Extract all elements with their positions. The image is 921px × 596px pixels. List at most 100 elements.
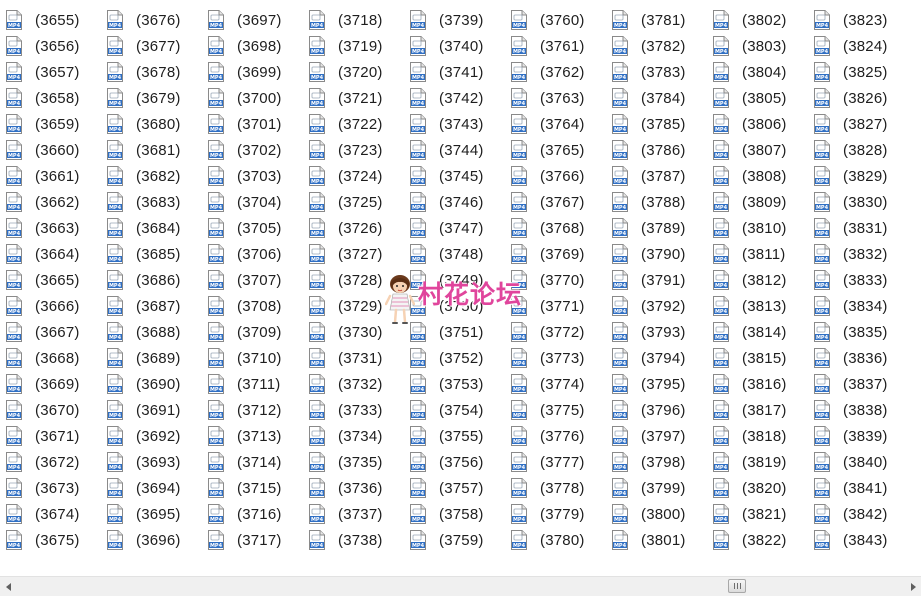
file-item[interactable]: MP4 (3801)	[606, 527, 707, 553]
file-item[interactable]: MP4 (3839)	[808, 423, 909, 449]
file-item[interactable]: MP4 (3714)	[202, 449, 303, 475]
file-item[interactable]: MP4 (3658)	[0, 85, 101, 111]
file-item[interactable]: MP4 (3741)	[404, 59, 505, 85]
file-item[interactable]: MP4 (3710)	[202, 345, 303, 371]
file-item[interactable]: MP4 (3769)	[505, 241, 606, 267]
file-item[interactable]: MP4 (3686)	[101, 267, 202, 293]
file-item[interactable]: MP4 (3834)	[808, 293, 909, 319]
file-item[interactable]: MP4 (3701)	[202, 111, 303, 137]
file-item[interactable]: MP4 (3762)	[505, 59, 606, 85]
file-item[interactable]: MP4 (3828)	[808, 137, 909, 163]
file-item[interactable]: MP4 (3669)	[0, 371, 101, 397]
file-item[interactable]: MP4 (3717)	[202, 527, 303, 553]
file-item[interactable]: MP4 (3806)	[707, 111, 808, 137]
file-item[interactable]: MP4 (3737)	[303, 501, 404, 527]
file-item[interactable]: MP4 (3712)	[202, 397, 303, 423]
file-item[interactable]: MP4 (3696)	[101, 527, 202, 553]
file-item[interactable]: MP4 (3742)	[404, 85, 505, 111]
file-item[interactable]: MP4 (3745)	[404, 163, 505, 189]
file-item[interactable]: MP4 (3671)	[0, 423, 101, 449]
file-item[interactable]: MP4 (3753)	[404, 371, 505, 397]
file-item[interactable]: MP4 (3768)	[505, 215, 606, 241]
file-item[interactable]: MP4 (3782)	[606, 33, 707, 59]
file-item[interactable]: MP4 (3675)	[0, 527, 101, 553]
file-item[interactable]: MP4 (3699)	[202, 59, 303, 85]
file-item[interactable]: MP4 (3766)	[505, 163, 606, 189]
file-item[interactable]: MP4 (3809)	[707, 189, 808, 215]
file-item[interactable]: MP4 (3788)	[606, 189, 707, 215]
file-item[interactable]: MP4 (3738)	[303, 527, 404, 553]
file-item[interactable]: MP4 (3818)	[707, 423, 808, 449]
file-item[interactable]: MP4 (3817)	[707, 397, 808, 423]
file-item[interactable]: MP4 (3779)	[505, 501, 606, 527]
file-item[interactable]: MP4 (3748)	[404, 241, 505, 267]
file-item[interactable]: MP4 (3833)	[808, 267, 909, 293]
file-item[interactable]: MP4 (3707)	[202, 267, 303, 293]
file-item[interactable]: MP4 (3765)	[505, 137, 606, 163]
file-item[interactable]: MP4 (3731)	[303, 345, 404, 371]
file-item[interactable]: MP4 (3791)	[606, 267, 707, 293]
file-item[interactable]: MP4 (3657)	[0, 59, 101, 85]
file-item[interactable]: MP4 (3656)	[0, 33, 101, 59]
file-item[interactable]: MP4 (3677)	[101, 33, 202, 59]
file-item[interactable]: MP4 (3713)	[202, 423, 303, 449]
file-item[interactable]: MP4 (3683)	[101, 189, 202, 215]
file-item[interactable]: MP4 (3838)	[808, 397, 909, 423]
file-item[interactable]: MP4 (3679)	[101, 85, 202, 111]
file-item[interactable]: MP4 (3721)	[303, 85, 404, 111]
file-item[interactable]: MP4 (3719)	[303, 33, 404, 59]
file-item[interactable]: MP4 (3764)	[505, 111, 606, 137]
file-item[interactable]: MP4 (3690)	[101, 371, 202, 397]
scrollbar-thumb[interactable]	[728, 579, 746, 593]
file-item[interactable]: MP4 (3661)	[0, 163, 101, 189]
file-item[interactable]: MP4 (3662)	[0, 189, 101, 215]
file-item[interactable]: MP4 (3799)	[606, 475, 707, 501]
file-item[interactable]: MP4 (3733)	[303, 397, 404, 423]
file-item[interactable]: MP4 (3777)	[505, 449, 606, 475]
file-item[interactable]: MP4 (3822)	[707, 527, 808, 553]
file-item[interactable]: MP4 (3706)	[202, 241, 303, 267]
file-item[interactable]: MP4 (3665)	[0, 267, 101, 293]
file-item[interactable]: MP4 (3670)	[0, 397, 101, 423]
file-item[interactable]: MP4 (3722)	[303, 111, 404, 137]
file-item[interactable]: MP4 (3747)	[404, 215, 505, 241]
file-item[interactable]: MP4 (3746)	[404, 189, 505, 215]
file-item[interactable]: MP4 (3689)	[101, 345, 202, 371]
file-item[interactable]: MP4 (3778)	[505, 475, 606, 501]
file-item[interactable]: MP4 (3755)	[404, 423, 505, 449]
file-item[interactable]: MP4 (3796)	[606, 397, 707, 423]
file-item[interactable]: MP4 (3787)	[606, 163, 707, 189]
file-item[interactable]: MP4 (3790)	[606, 241, 707, 267]
file-item[interactable]: MP4 (3705)	[202, 215, 303, 241]
file-item[interactable]: MP4 (3823)	[808, 7, 909, 33]
file-item[interactable]: MP4 (3827)	[808, 111, 909, 137]
file-item[interactable]: MP4 (3752)	[404, 345, 505, 371]
file-item[interactable]: MP4 (3655)	[0, 7, 101, 33]
file-item[interactable]: MP4 (3754)	[404, 397, 505, 423]
file-item[interactable]: MP4 (3767)	[505, 189, 606, 215]
file-item[interactable]: MP4 (3776)	[505, 423, 606, 449]
file-item[interactable]: MP4 (3807)	[707, 137, 808, 163]
file-item[interactable]: MP4 (3672)	[0, 449, 101, 475]
file-item[interactable]: MP4 (3829)	[808, 163, 909, 189]
file-item[interactable]: MP4 (3804)	[707, 59, 808, 85]
file-item[interactable]: MP4 (3666)	[0, 293, 101, 319]
file-item[interactable]: MP4 (3720)	[303, 59, 404, 85]
file-item[interactable]: MP4 (3785)	[606, 111, 707, 137]
file-item[interactable]: MP4 (3792)	[606, 293, 707, 319]
file-item[interactable]: MP4 (3826)	[808, 85, 909, 111]
file-item[interactable]: MP4 (3698)	[202, 33, 303, 59]
file-item[interactable]: MP4 (3723)	[303, 137, 404, 163]
file-item[interactable]: MP4 (3760)	[505, 7, 606, 33]
file-item[interactable]: MP4 (3708)	[202, 293, 303, 319]
file-item[interactable]: MP4 (3774)	[505, 371, 606, 397]
file-item[interactable]: MP4 (3692)	[101, 423, 202, 449]
file-item[interactable]: MP4 (3824)	[808, 33, 909, 59]
file-item[interactable]: MP4 (3821)	[707, 501, 808, 527]
file-item[interactable]: MP4 (3793)	[606, 319, 707, 345]
file-item[interactable]: MP4 (3659)	[0, 111, 101, 137]
file-item[interactable]: MP4 (3830)	[808, 189, 909, 215]
file-item[interactable]: MP4 (3757)	[404, 475, 505, 501]
file-item[interactable]: MP4 (3715)	[202, 475, 303, 501]
file-item[interactable]: MP4 (3800)	[606, 501, 707, 527]
